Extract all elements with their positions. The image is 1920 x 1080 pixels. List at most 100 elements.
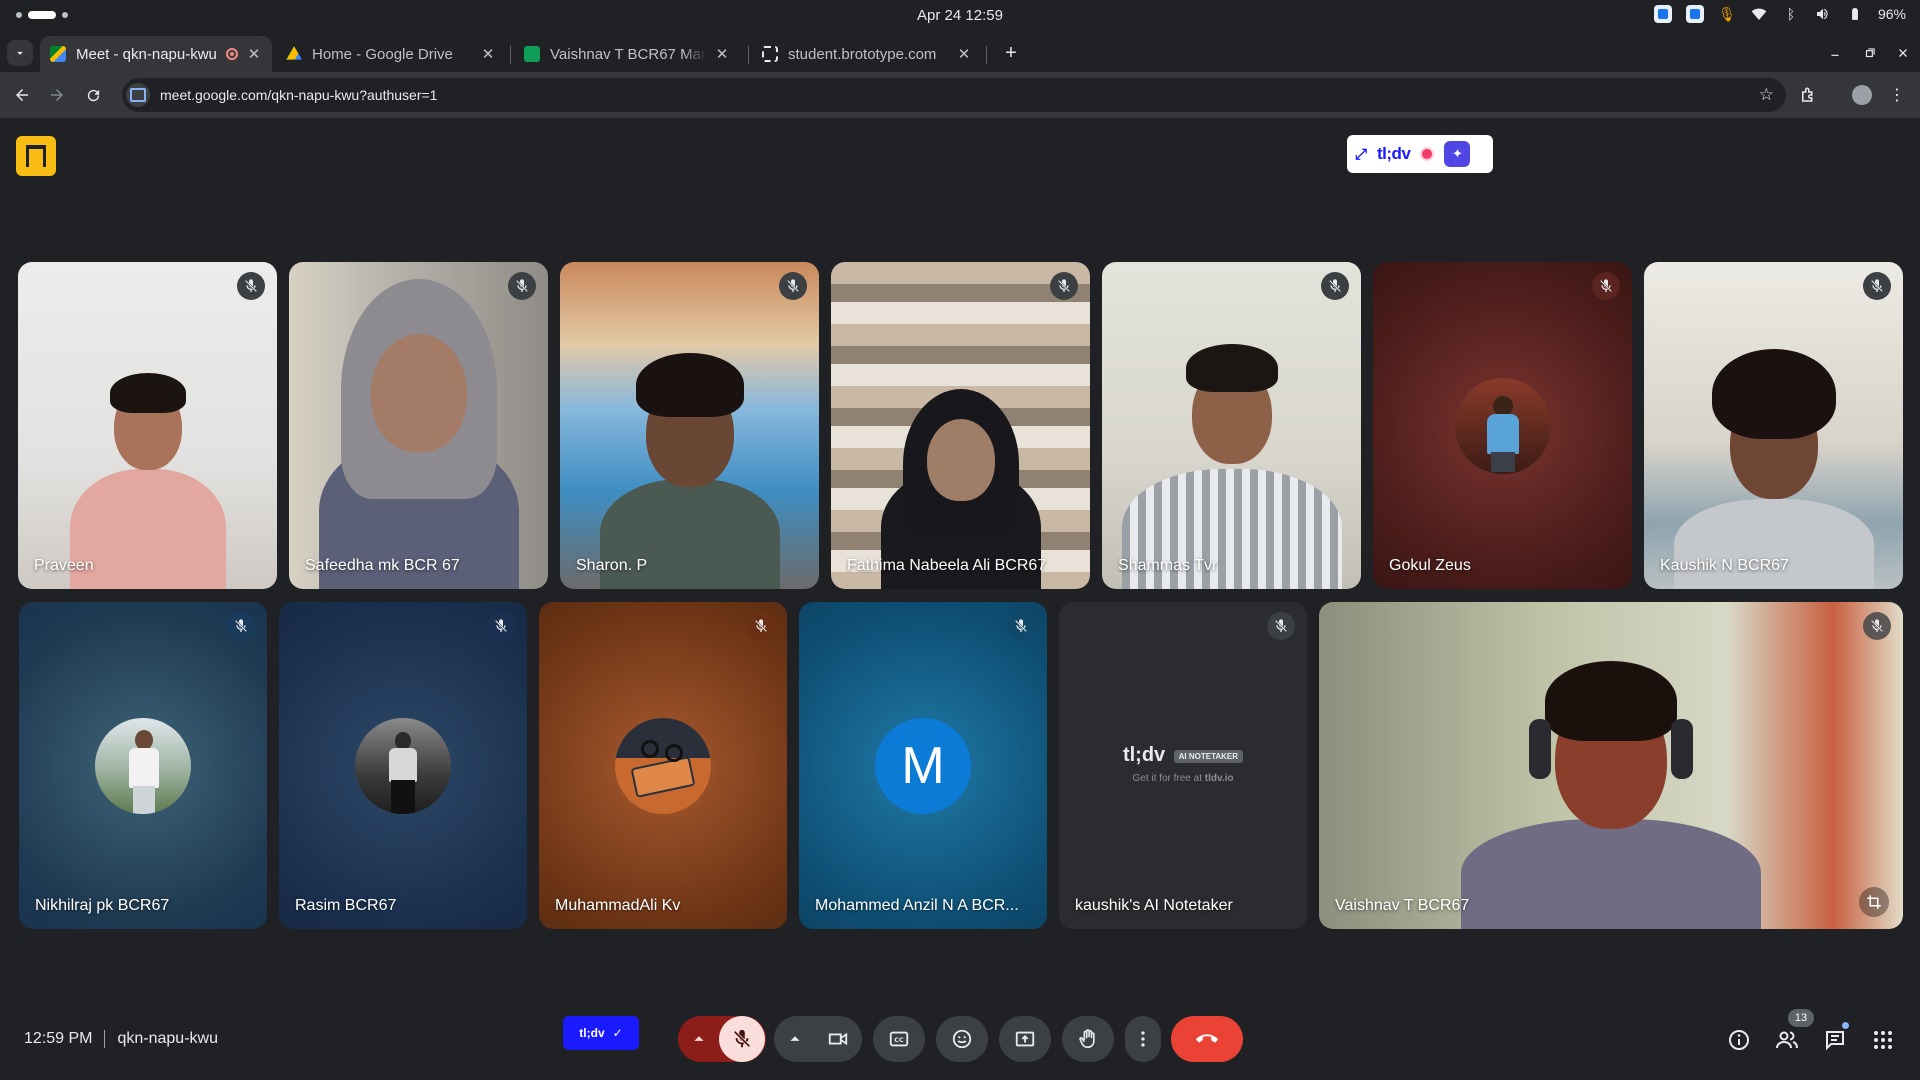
tab-title: Vaishnav T BCR67 Manif <box>550 45 706 63</box>
close-tab-icon[interactable]: ✕ <box>480 45 496 63</box>
tab-google-drive[interactable]: Home - Google Drive ✕ <box>276 36 506 72</box>
mic-off-icon <box>1321 272 1349 300</box>
battery-level: 96% <box>1877 6 1906 22</box>
mic-off-icon <box>733 1029 751 1048</box>
tldv-recorder-widget[interactable]: ⤢ tl;dv ✦ <box>1347 135 1493 173</box>
reload-button[interactable] <box>79 81 107 109</box>
participant-tile[interactable]: Safeedha mk BCR 67 <box>289 262 548 589</box>
participant-tile[interactable]: Praveen <box>18 262 277 589</box>
chat-icon <box>1826 1031 1844 1051</box>
chat-button[interactable] <box>1820 1025 1850 1055</box>
raise-hand-button[interactable] <box>1062 1016 1114 1062</box>
tldv-badge-label: tl;dv <box>579 1026 605 1040</box>
restore-window-button[interactable] <box>1857 40 1883 66</box>
people-button[interactable] <box>1772 1025 1802 1055</box>
participant-tile[interactable]: tl;dv AI NOTETAKER Get it for free at tl… <box>1059 602 1307 929</box>
avatar <box>355 717 451 814</box>
participant-tile[interactable]: Shammas Tvr <box>1102 262 1361 589</box>
address-bar[interactable]: meet.google.com/qkn-napu-kwu?authuser=1 … <box>122 78 1786 112</box>
activities-button[interactable] <box>1868 1025 1898 1055</box>
captions-button[interactable]: CC <box>873 1016 925 1062</box>
participant-name: Safeedha mk BCR 67 <box>305 557 460 574</box>
reactions-button[interactable] <box>936 1016 988 1062</box>
meeting-code: qkn-napu-kwu <box>117 1030 218 1047</box>
recording-dot-icon[interactable] <box>1420 147 1435 161</box>
bookmark-star-icon[interactable]: ☆ <box>1759 85 1774 105</box>
profile-avatar[interactable] <box>1848 81 1876 109</box>
tab-search-button[interactable] <box>7 40 33 66</box>
system-tray: 🎙 ᛒ 96% <box>1653 5 1906 23</box>
battery-icon[interactable] <box>1846 5 1864 23</box>
audio-settings-chevron-icon[interactable] <box>679 1016 719 1062</box>
participant-tile[interactable]: Nikhilraj pk BCR67 <box>19 602 267 929</box>
participant-tile[interactable]: Sharon. P <box>560 262 819 589</box>
leave-call-button[interactable] <box>1171 1016 1243 1062</box>
camera-icon <box>828 1032 848 1046</box>
apps-grid-icon <box>1874 1031 1892 1049</box>
close-tab-icon[interactable]: ✕ <box>714 45 730 63</box>
participant-tile[interactable]: Rasim BCR67 <box>279 602 527 929</box>
toggle-camera-button[interactable] <box>815 1016 861 1062</box>
mic-off-icon <box>779 272 807 300</box>
notetaker-card: tl;dv AI NOTETAKER Get it for free at tl… <box>1059 744 1307 784</box>
toggle-microphone-button[interactable] <box>719 1016 765 1062</box>
close-tab-icon[interactable]: ✕ <box>246 45 262 63</box>
meeting-details-button[interactable] <box>1724 1025 1754 1055</box>
browser-toolbar: meet.google.com/qkn-napu-kwu?authuser=1 … <box>0 72 1920 118</box>
participant-tile[interactable]: Gokul Zeus <box>1373 262 1632 589</box>
site-info-icon[interactable] <box>126 83 150 107</box>
forward-button[interactable] <box>43 81 71 109</box>
expand-icon[interactable]: ⤢ <box>1355 146 1367 163</box>
present-icon <box>1015 1031 1035 1047</box>
browser-menu-icon[interactable]: ⋮ <box>1883 81 1911 109</box>
tab-title: Meet - qkn-napu-kwu <box>76 45 217 63</box>
tldv-brand: tl;dv <box>1122 743 1166 766</box>
video-settings-chevron-icon[interactable] <box>775 1016 815 1062</box>
back-button[interactable] <box>8 81 36 109</box>
emoji-icon <box>952 1029 972 1049</box>
google-meet-icon <box>50 46 66 62</box>
participant-tile[interactable]: Kaushik N BCR67 <box>1644 262 1903 589</box>
participant-tile[interactable]: M Mohammed Anzil N A BCR... <box>799 602 1047 929</box>
ai-notetaker-tag: AI NOTETAKER <box>1173 749 1244 763</box>
present-screen-button[interactable] <box>999 1016 1051 1062</box>
avatar: M <box>875 717 971 814</box>
participant-name: Praveen <box>34 557 94 574</box>
meeting-details: 12:59 PM qkn-napu-kwu <box>24 1030 218 1048</box>
mic-off-icon <box>1050 272 1078 300</box>
tab-meet[interactable]: Meet - qkn-napu-kwu ✕ <box>40 36 272 72</box>
bluetooth-icon[interactable]: ᛒ <box>1782 5 1800 23</box>
mic-off-icon <box>1267 612 1295 640</box>
close-tab-icon[interactable]: ✕ <box>956 45 972 63</box>
system-clock[interactable]: Apr 24 12:59 <box>0 7 1920 24</box>
participant-name: Gokul Zeus <box>1389 557 1471 574</box>
camera-control-group <box>774 1016 862 1062</box>
tray-app-icon[interactable] <box>1653 5 1672 23</box>
volume-icon[interactable] <box>1814 5 1832 23</box>
extensions-icon[interactable] <box>1794 81 1822 109</box>
info-icon <box>1729 1030 1749 1050</box>
tray-app-icon[interactable] <box>1685 5 1704 23</box>
tab-brototype[interactable]: student.brototype.com ✕ <box>752 36 982 72</box>
participant-name: Shammas Tvr <box>1118 557 1218 574</box>
tldv-status-button[interactable]: tl;dv ✓ <box>563 1016 639 1050</box>
new-tab-button[interactable]: + <box>998 40 1024 66</box>
microphone-icon[interactable]: 🎙 <box>1718 5 1736 23</box>
svg-text:CC: CC <box>894 1036 904 1044</box>
divider <box>104 1030 106 1048</box>
google-sheets-icon <box>524 46 540 62</box>
wifi-icon[interactable] <box>1750 5 1768 23</box>
minimize-window-button[interactable] <box>1822 40 1848 66</box>
participant-tile[interactable]: Fathima Nabeela Ali BCR67 <box>831 262 1090 589</box>
tab-google-sheets[interactable]: Vaishnav T BCR67 Manif ✕ <box>514 36 740 72</box>
mic-off-icon <box>1863 612 1891 640</box>
participant-tile[interactable]: MuhammadAli Kv <box>539 602 787 929</box>
close-window-button[interactable] <box>1890 40 1916 66</box>
participant-tile[interactable]: Vaishnav T BCR67 <box>1319 602 1903 929</box>
more-options-button[interactable] <box>1125 1016 1161 1062</box>
reframe-icon[interactable] <box>1859 887 1889 917</box>
company-logo-icon <box>16 136 56 176</box>
url-text[interactable]: meet.google.com/qkn-napu-kwu?authuser=1 <box>160 87 437 103</box>
mic-off-icon <box>1863 272 1891 300</box>
tldv-bot-icon[interactable]: ✦ <box>1444 141 1471 167</box>
